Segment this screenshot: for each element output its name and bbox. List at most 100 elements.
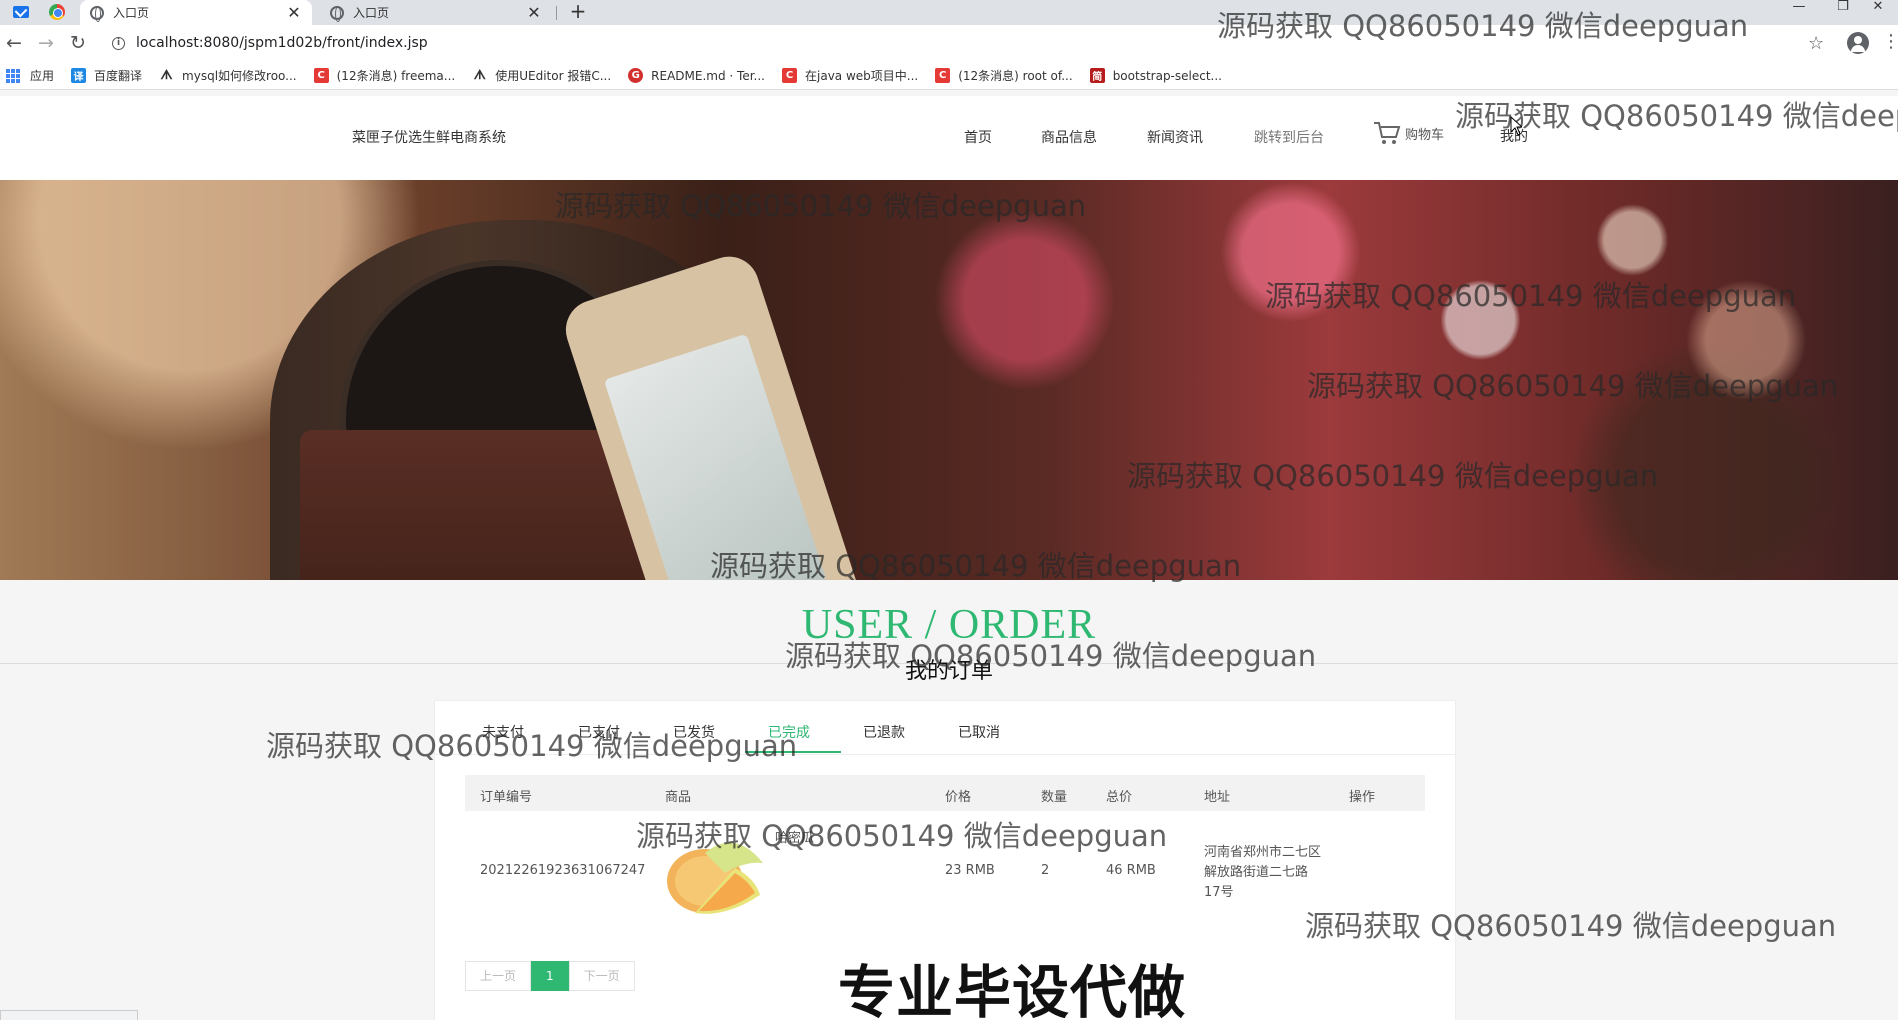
bookmark-mysql[interactable]: ᗑ mysql如何修改roo...: [159, 67, 297, 84]
tab-title: 入口页: [353, 6, 390, 20]
bookmark-ueditor[interactable]: ᗑ 使用UEditor 报错C...: [472, 67, 612, 84]
col-product: 商品: [665, 790, 692, 805]
table-row: 20212261923631067247 哈密瓜 23 RMB 2 46 RMB…: [465, 811, 1425, 929]
csdn-icon: C: [782, 68, 797, 83]
total-cell: 46 RMB: [1106, 863, 1156, 878]
bookmark-label: (12条消息) freema...: [336, 69, 456, 83]
bookmark-label: README.md · Ter...: [651, 68, 765, 83]
nav-admin[interactable]: 跳转到后台: [1254, 127, 1324, 147]
browser-tab[interactable]: 入口页 ✕: [320, 0, 552, 25]
wing-icon: ᗑ: [160, 68, 173, 83]
profile-avatar-icon[interactable]: [1847, 32, 1869, 54]
page-1-button[interactable]: 1: [531, 961, 569, 991]
bookmark-java-web[interactable]: C 在java web项目中...: [782, 67, 918, 84]
browser-toolbar: ← → ↻ i localhost:8080/jspm1d02b/front/i…: [0, 25, 1898, 62]
nav-home[interactable]: 首页: [964, 127, 992, 147]
cart-icon: [1374, 122, 1401, 144]
jianshu-icon: 简: [1089, 68, 1105, 83]
tab-close-icon[interactable]: ✕: [286, 3, 302, 22]
col-quantity: 数量: [1041, 790, 1068, 805]
bookmark-label: 在java web项目中...: [805, 69, 919, 83]
col-price: 价格: [945, 790, 972, 805]
col-order-no: 订单编号: [480, 790, 533, 805]
promo-overlay-text: 专业毕设代做: [838, 960, 1186, 1020]
next-page-button[interactable]: 下一页: [568, 961, 635, 991]
table-header: 订单编号 商品 价格 数量 总价 地址 操作: [465, 775, 1425, 811]
minimize-button[interactable]: —: [1777, 0, 1821, 18]
bookmark-label: (12条消息) root of...: [958, 69, 1073, 83]
status-bar: [0, 1010, 138, 1020]
col-total: 总价: [1106, 790, 1133, 805]
tab-title: 入口页: [113, 6, 150, 20]
tab-shipped[interactable]: 已发货: [646, 722, 742, 742]
price-cell: 23 RMB: [945, 863, 995, 878]
quantity-cell: 2: [1041, 863, 1050, 878]
bookmark-star-icon[interactable]: ☆: [1808, 33, 1824, 54]
new-tab-button[interactable]: +: [566, 0, 590, 25]
phone-screen: [603, 333, 827, 580]
browser-tab-strip: 入口页 ✕ 入口页 ✕ + — ❐ ✕: [0, 0, 1898, 25]
bookmark-readme[interactable]: G README.md · Ter...: [628, 68, 765, 83]
nav-news[interactable]: 新闻资讯: [1147, 127, 1203, 147]
gitee-icon: G: [628, 68, 644, 83]
product-name-cell[interactable]: 哈密瓜: [775, 827, 814, 846]
mail-pinned-tab[interactable]: [10, 2, 32, 22]
hero-banner: [0, 180, 1898, 580]
forward-arrow-icon[interactable]: →: [32, 30, 60, 58]
bookmark-label: 应用: [30, 69, 55, 83]
browser-tab-active[interactable]: 入口页 ✕: [80, 0, 312, 25]
address-cell: 河南省郑州市二七区解放路街道二七路17号: [1204, 845, 1322, 900]
wing-icon: ᗑ: [473, 68, 486, 83]
mouse-cursor-icon: [1510, 116, 1522, 136]
tab-close-icon[interactable]: ✕: [526, 3, 542, 22]
bookmark-label: 使用UEditor 报错C...: [495, 69, 612, 83]
cart-label: 购物车: [1405, 127, 1445, 143]
site-header: 菜匣子优选生鲜电商系统 首页 商品信息 新闻资讯 跳转到后台 购物车 我的: [0, 96, 1898, 180]
address-bar[interactable]: i localhost:8080/jspm1d02b/front/index.j…: [96, 27, 1853, 59]
orders-table: 订单编号 商品 价格 数量 总价 地址 操作 20212261923631067…: [465, 775, 1425, 929]
bookmark-freemarker[interactable]: C (12条消息) freema...: [313, 67, 456, 84]
pagination: 上一页 1 下一页: [465, 961, 635, 991]
nav-products[interactable]: 商品信息: [1041, 127, 1097, 147]
window-close-button[interactable]: ✕: [1856, 0, 1898, 18]
col-address: 地址: [1204, 790, 1231, 805]
baidu-translate-icon: 译: [71, 68, 87, 83]
tab-paid[interactable]: 已支付: [551, 722, 647, 742]
tab-cancelled[interactable]: 已取消: [931, 722, 1027, 742]
tab-separator: [556, 6, 557, 20]
bookmark-label: 百度翻译: [94, 69, 143, 83]
back-arrow-icon[interactable]: ←: [0, 30, 28, 58]
order-status-tabs: 未支付 已支付 已发货 已完成 已退款 已取消: [435, 701, 1457, 755]
url-text[interactable]: localhost:8080/jspm1d02b/front/index.jsp: [136, 35, 428, 51]
more-menu-icon[interactable]: ⋮: [1882, 31, 1898, 52]
bookmark-baidu-translate[interactable]: 译 百度翻译: [71, 67, 142, 84]
col-action: 操作: [1349, 790, 1376, 805]
bookmarks-bar: 应用 译 百度翻译 ᗑ mysql如何修改roo... C (12条消息) fr…: [0, 62, 1898, 90]
bookmark-bootstrap-select[interactable]: 简 bootstrap-select...: [1089, 68, 1222, 83]
prev-page-button[interactable]: 上一页: [465, 961, 532, 991]
chrome-pinned-tab[interactable]: [46, 2, 68, 22]
reload-icon[interactable]: ↻: [64, 30, 92, 58]
bookmark-root-of[interactable]: C (12条消息) root of...: [935, 67, 1073, 84]
site-logo[interactable]: 菜匣子优选生鲜电商系统: [352, 127, 506, 147]
bookmark-label: mysql如何修改roo...: [182, 69, 297, 83]
apps-grid-icon: [6, 68, 20, 83]
order-no-cell: 20212261923631067247: [480, 863, 646, 878]
tab-completed[interactable]: 已完成: [741, 722, 837, 742]
tab-unpaid[interactable]: 未支付: [455, 722, 551, 742]
globe-icon: [90, 5, 104, 22]
active-tab-underline: [745, 751, 841, 753]
chrome-icon: [49, 4, 65, 20]
globe-icon: [330, 5, 344, 22]
section-title-en: USER / ORDER: [801, 602, 1097, 648]
info-icon[interactable]: i: [112, 36, 125, 50]
bookmark-label: bootstrap-select...: [1112, 68, 1222, 83]
csdn-icon: C: [935, 68, 951, 83]
mail-icon: [13, 6, 29, 18]
cart-link[interactable]: 购物车: [1373, 120, 1444, 146]
csdn-icon: C: [313, 68, 329, 83]
section-title-zh: 我的订单: [904, 659, 993, 684]
bookmark-apps[interactable]: 应用: [6, 67, 54, 84]
tab-refunded[interactable]: 已退款: [836, 722, 932, 742]
product-melon-image[interactable]: [665, 823, 765, 919]
